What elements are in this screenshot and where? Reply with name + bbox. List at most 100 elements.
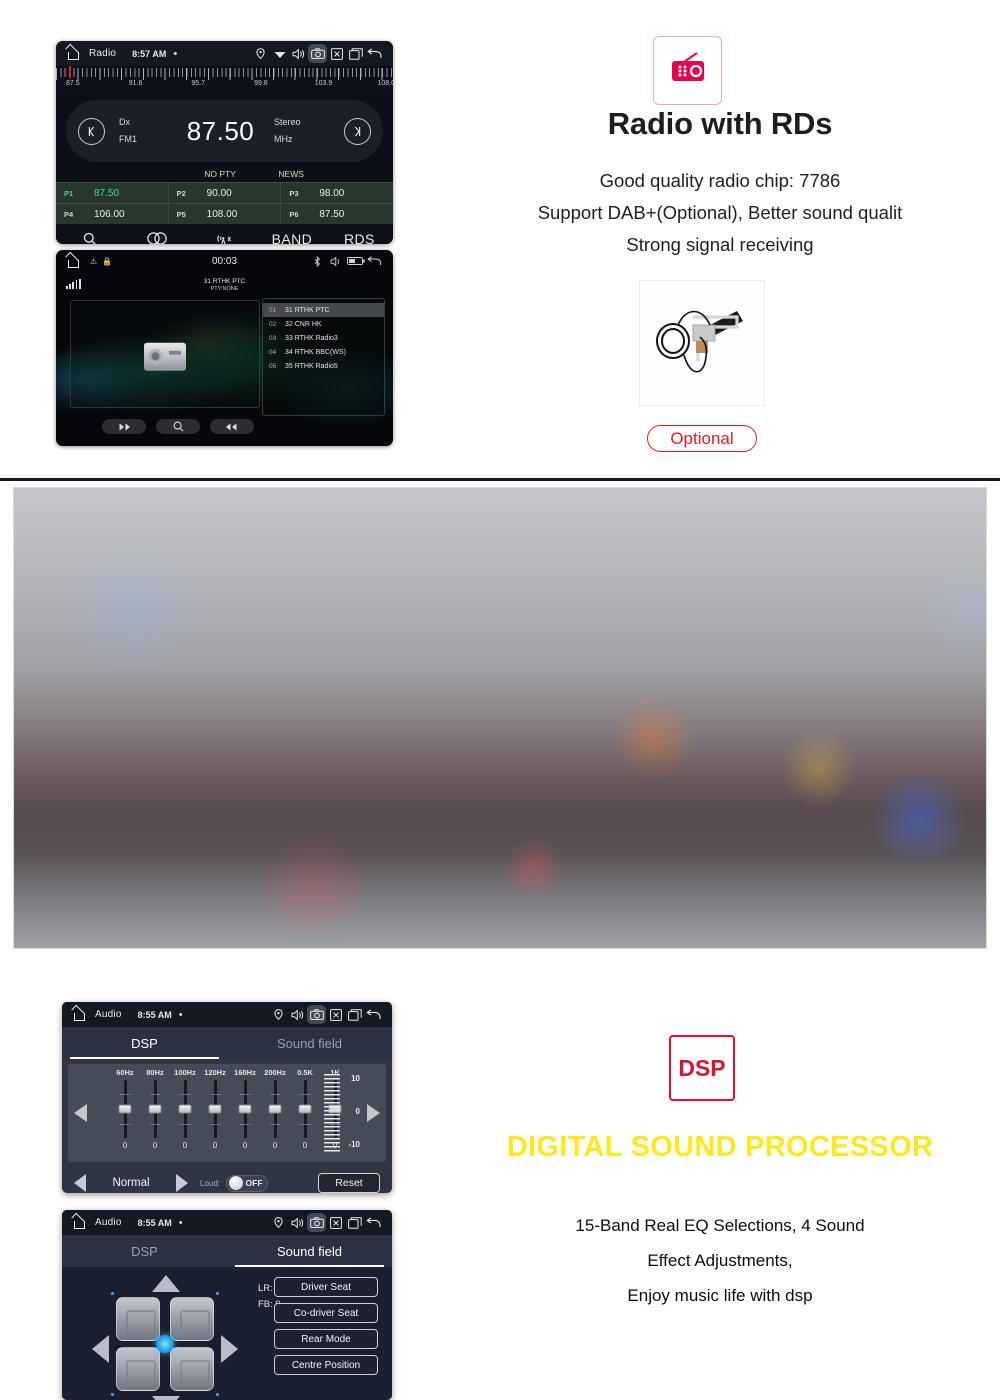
eq-band-knob[interactable] xyxy=(238,1104,252,1114)
recent-apps-icon[interactable] xyxy=(345,1213,364,1232)
eq-band-slider[interactable] xyxy=(178,1080,192,1138)
eq-band-slider[interactable] xyxy=(298,1080,312,1138)
frequency-scale[interactable]: 87.5 91.6 95.7 99.8 103.9 108.0 xyxy=(56,66,393,94)
back-icon[interactable] xyxy=(364,1213,383,1232)
preset-grid[interactable]: P1 87.50 P2 90.00 P3 98.00 P4 106.00 P5 108.00 P6 8… xyxy=(56,182,393,224)
eq-band-0.5k[interactable]: 0.5K 0 xyxy=(290,1068,320,1150)
pad-right-icon[interactable] xyxy=(221,1335,238,1363)
preset-prev-icon[interactable] xyxy=(74,1174,86,1192)
preset-p3[interactable]: P3 98.00 xyxy=(281,183,393,203)
dsp-tabbar[interactable]: DSP Sound field xyxy=(62,1027,392,1059)
seat-preset-buttons[interactable]: Driver Seat Co-driver Seat Rear Mode Centre… xyxy=(274,1277,378,1375)
volume-icon[interactable] xyxy=(288,1213,307,1232)
volume-icon[interactable] xyxy=(289,44,308,63)
pad-down-icon[interactable] xyxy=(152,1396,180,1400)
close-box-icon[interactable] xyxy=(326,1005,345,1024)
balance-pad[interactable] xyxy=(90,1273,240,1400)
dsp-footer-controls[interactable]: Normal Loud: OFF Reset xyxy=(68,1168,386,1193)
pad-up-icon[interactable] xyxy=(152,1275,180,1292)
seat-rear-left[interactable] xyxy=(116,1347,160,1391)
scan-search-button[interactable] xyxy=(156,419,200,434)
seat-button-centre-position[interactable]: Centre Position xyxy=(274,1355,378,1375)
preset-p1[interactable]: P1 87.50 xyxy=(56,183,169,203)
eq-band-knob[interactable] xyxy=(148,1104,162,1114)
balance-position-marker[interactable] xyxy=(156,1335,174,1353)
seek-prev-button[interactable] xyxy=(78,117,105,145)
camera-icon[interactable] xyxy=(307,1213,326,1232)
eq-band-80hz[interactable]: 80Hz 0 xyxy=(140,1068,170,1150)
eq-page-next-icon[interactable] xyxy=(367,1104,380,1122)
antenna-icon[interactable] xyxy=(191,232,258,244)
home-icon[interactable] xyxy=(71,1008,86,1021)
preset-next-icon[interactable] xyxy=(176,1174,188,1192)
location-icon[interactable] xyxy=(251,44,270,63)
home-icon[interactable] xyxy=(65,47,80,60)
tab-sound-field[interactable]: Sound field xyxy=(227,1235,392,1267)
eq-band-knob[interactable] xyxy=(178,1104,192,1114)
eq-band-60hz[interactable]: 60Hz 0 xyxy=(110,1068,140,1150)
volume-icon[interactable] xyxy=(327,252,346,271)
eq-band-slider[interactable] xyxy=(238,1080,252,1138)
preset-p4[interactable]: P4 106.00 xyxy=(56,204,169,224)
station-list-item[interactable]: 01 31 RTHK PTC xyxy=(263,303,384,317)
loudness-toggle[interactable]: OFF xyxy=(226,1174,269,1192)
tab-sound-field[interactable]: Sound field xyxy=(227,1027,392,1059)
seat-button-rear-mode[interactable]: Rear Mode xyxy=(274,1329,378,1349)
reset-button[interactable]: Reset xyxy=(318,1173,380,1193)
dsp-equalizer-screen[interactable]: Audio 8:55 AM • DSP Sound field 60Hz 0 8… xyxy=(62,1002,392,1193)
sound-field-screen[interactable]: Audio 8:55 AM • DSP Sound field LR: 0 FB… xyxy=(62,1210,392,1400)
eq-band-knob[interactable] xyxy=(118,1104,132,1114)
station-list[interactable]: 01 31 RTHK PTC 02 32 CNR HK 03 33 RTHK Radio3… xyxy=(262,298,385,416)
location-icon[interactable] xyxy=(269,1005,288,1024)
seat-button-co-driver-seat[interactable]: Co-driver Seat xyxy=(274,1303,378,1323)
recent-apps-icon[interactable] xyxy=(346,44,365,63)
eq-page-prev-icon[interactable] xyxy=(74,1104,87,1122)
station-list-item[interactable]: 02 32 CNR HK xyxy=(263,317,384,331)
eq-band-knob[interactable] xyxy=(208,1104,222,1114)
wifi-icon[interactable] xyxy=(270,44,289,63)
eq-preset-name[interactable]: Normal xyxy=(92,1177,170,1189)
seat-button-driver-seat[interactable]: Driver Seat xyxy=(274,1277,378,1297)
eq-band-slider[interactable] xyxy=(268,1080,282,1138)
equalizer-panel[interactable]: 60Hz 0 80Hz 0 100Hz 0 120Hz 0 160Hz 0 200Hz 0 0.5K 0 1… xyxy=(68,1064,386,1162)
eq-band-120hz[interactable]: 120Hz 0 xyxy=(200,1068,230,1150)
seat-rear-right[interactable] xyxy=(170,1347,214,1391)
station-list-item[interactable]: 04 34 RTHK BBC(WS) xyxy=(263,345,384,359)
eq-band-knob[interactable] xyxy=(268,1104,282,1114)
eq-band-200hz[interactable]: 200Hz 0 xyxy=(260,1068,290,1150)
radio-bottom-bar[interactable]: BAND RDS xyxy=(56,224,393,244)
preset-p6[interactable]: P6 87.50 xyxy=(281,204,393,224)
preset-p5[interactable]: P5 108.00 xyxy=(169,204,282,224)
radio-tuner-screen[interactable]: Radio 8:57 AM • 87.5 91.6 95.7 99.8 103.… xyxy=(56,41,393,244)
back-icon[interactable] xyxy=(365,252,384,271)
pad-left-icon[interactable] xyxy=(92,1335,109,1363)
camera-icon[interactable] xyxy=(308,44,327,63)
camera-icon[interactable] xyxy=(307,1005,326,1024)
eq-band-slider[interactable] xyxy=(118,1080,132,1138)
preset-p2[interactable]: P2 90.00 xyxy=(169,183,282,203)
next-station-button[interactable] xyxy=(210,419,254,434)
tab-dsp[interactable]: DSP xyxy=(62,1235,227,1267)
eq-band-160hz[interactable]: 160Hz 0 xyxy=(230,1068,260,1150)
bluetooth-icon[interactable] xyxy=(308,252,327,271)
sound-field-tabbar[interactable]: DSP Sound field xyxy=(62,1235,392,1267)
station-list-item[interactable]: 05 35 RTHK Radio5 xyxy=(263,359,384,373)
volume-icon[interactable] xyxy=(288,1005,307,1024)
playback-controls[interactable] xyxy=(102,419,254,434)
seat-front-left[interactable] xyxy=(116,1297,160,1341)
tab-dsp[interactable]: DSP xyxy=(62,1027,227,1059)
close-box-icon[interactable] xyxy=(326,1213,345,1232)
location-icon[interactable] xyxy=(269,1213,288,1232)
stereo-icon[interactable] xyxy=(123,232,190,244)
prev-station-button[interactable] xyxy=(102,419,146,434)
eq-band-slider[interactable] xyxy=(148,1080,162,1138)
back-icon[interactable] xyxy=(364,1005,383,1024)
home-icon[interactable] xyxy=(71,1216,86,1229)
back-icon[interactable] xyxy=(365,44,384,63)
rds-button[interactable]: RDS xyxy=(326,231,393,245)
band-button[interactable]: BAND xyxy=(258,231,325,245)
close-box-icon[interactable] xyxy=(327,44,346,63)
eq-band-knob[interactable] xyxy=(298,1104,312,1114)
search-icon[interactable] xyxy=(56,232,123,244)
station-list-item[interactable]: 03 33 RTHK Radio3 xyxy=(263,331,384,345)
